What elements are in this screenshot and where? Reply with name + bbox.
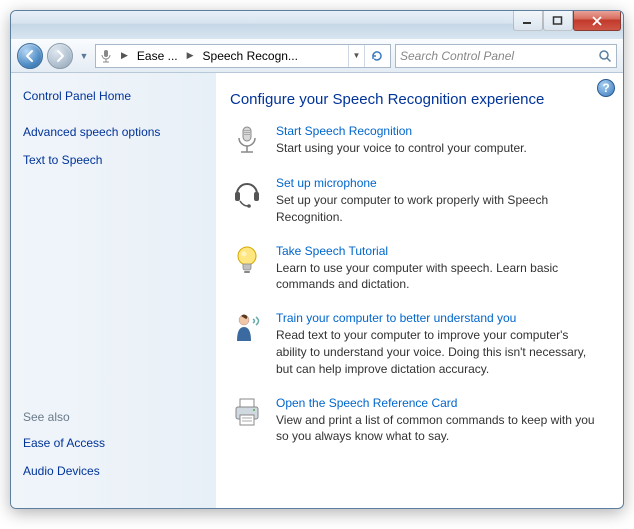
person-speaking-icon — [230, 311, 264, 345]
help-icon[interactable]: ? — [597, 79, 615, 97]
control-panel-home-link[interactable]: Control Panel Home — [23, 89, 204, 103]
maximize-button[interactable] — [543, 11, 573, 31]
main-content: ? Configure your Speech Recognition expe… — [216, 73, 623, 508]
body: Control Panel Home Advanced speech optio… — [11, 73, 623, 508]
task-desc: View and print a list of common commands… — [276, 412, 601, 446]
refresh-button[interactable] — [364, 45, 388, 67]
setup-microphone-link[interactable]: Set up microphone — [276, 176, 601, 190]
search-input[interactable] — [400, 49, 598, 63]
reference-card-link[interactable]: Open the Speech Reference Card — [276, 396, 601, 410]
close-button[interactable] — [573, 11, 621, 31]
breadcrumb-level2[interactable]: Speech Recogn... — [201, 49, 300, 63]
task-desc: Read text to your computer to improve yo… — [276, 327, 601, 377]
printer-icon — [230, 396, 264, 430]
audio-devices-link[interactable]: Audio Devices — [23, 464, 204, 478]
chevron-right-icon[interactable]: ▶ — [118, 50, 131, 61]
sidebar: Control Panel Home Advanced speech optio… — [11, 73, 216, 508]
control-panel-window: ▼ ▶ Ease ... ▶ Speech Recogn... ▼ Contro… — [10, 10, 624, 509]
task-reference: Open the Speech Reference Card View and … — [230, 396, 601, 446]
address-dropdown-chevron-icon[interactable]: ▼ — [348, 45, 364, 67]
advanced-speech-options-link[interactable]: Advanced speech options — [23, 125, 204, 139]
back-button[interactable] — [17, 43, 43, 69]
nav-history-chevron-icon[interactable]: ▼ — [77, 46, 91, 66]
microphone-icon — [230, 124, 264, 158]
text-to-speech-link[interactable]: Text to Speech — [23, 153, 204, 167]
microphone-icon — [98, 48, 114, 64]
breadcrumb-level1[interactable]: Ease ... — [135, 49, 180, 63]
navbar: ▼ ▶ Ease ... ▶ Speech Recogn... ▼ — [11, 39, 623, 73]
page-title: Configure your Speech Recognition experi… — [230, 91, 601, 108]
task-desc: Set up your computer to work properly wi… — [276, 192, 601, 226]
search-box[interactable] — [395, 44, 617, 68]
minimize-button[interactable] — [513, 11, 543, 31]
task-desc: Learn to use your computer with speech. … — [276, 260, 601, 294]
ease-of-access-link[interactable]: Ease of Access — [23, 436, 204, 450]
task-setup-mic: Set up microphone Set up your computer t… — [230, 176, 601, 226]
start-speech-link[interactable]: Start Speech Recognition — [276, 124, 601, 138]
forward-button[interactable] — [47, 43, 73, 69]
headset-icon — [230, 176, 264, 210]
window-controls — [513, 11, 623, 39]
lightbulb-icon — [230, 244, 264, 278]
task-train: Train your computer to better understand… — [230, 311, 601, 377]
see-also-header: See also — [23, 410, 204, 424]
task-desc: Start using your voice to control your c… — [276, 140, 601, 157]
titlebar — [11, 11, 623, 39]
task-tutorial: Take Speech Tutorial Learn to use your c… — [230, 244, 601, 294]
train-computer-link[interactable]: Train your computer to better understand… — [276, 311, 601, 325]
address-bar[interactable]: ▶ Ease ... ▶ Speech Recogn... ▼ — [95, 44, 391, 68]
task-start-speech: Start Speech Recognition Start using you… — [230, 124, 601, 158]
chevron-right-icon[interactable]: ▶ — [184, 50, 197, 61]
speech-tutorial-link[interactable]: Take Speech Tutorial — [276, 244, 601, 258]
search-icon — [598, 49, 612, 63]
